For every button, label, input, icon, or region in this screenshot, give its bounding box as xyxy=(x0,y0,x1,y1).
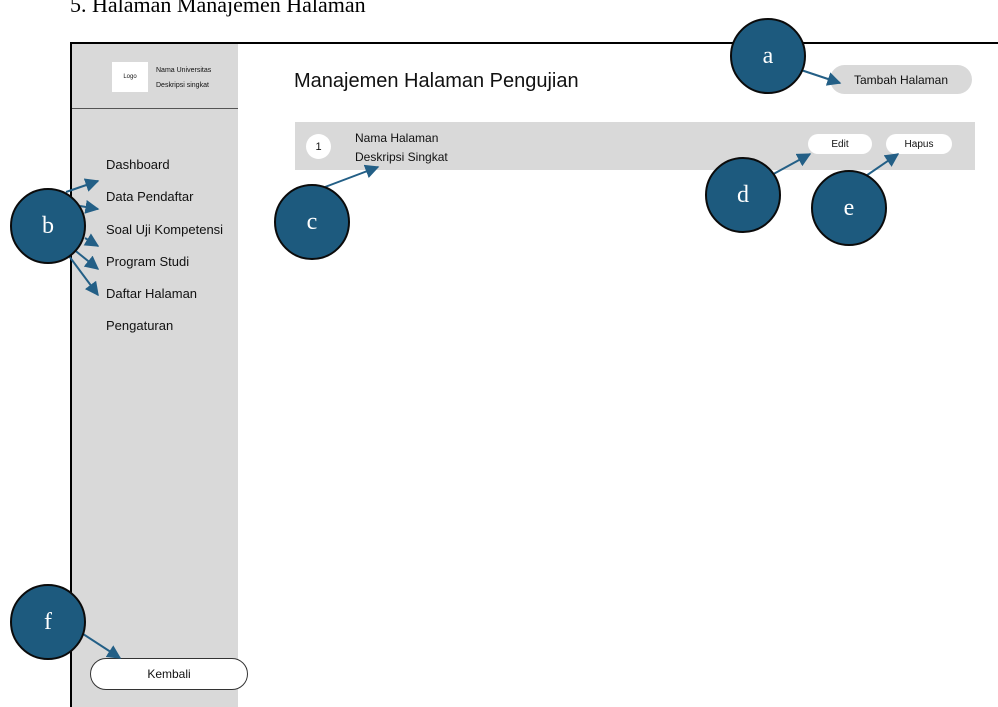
add-page-button[interactable]: Tambah Halaman xyxy=(830,65,972,94)
sidebar-item-daftar-halaman[interactable]: Daftar Halaman xyxy=(106,286,197,302)
marker-e xyxy=(811,170,887,246)
marker-d-label: d xyxy=(737,182,749,208)
delete-button[interactable]: Hapus xyxy=(886,134,952,154)
sidebar-item-data-pendaftar[interactable]: Data Pendaftar xyxy=(106,189,193,205)
sidebar-item-pengaturan[interactable]: Pengaturan xyxy=(106,318,173,334)
edit-button[interactable]: Edit xyxy=(808,134,872,154)
sidebar-item-dashboard[interactable]: Dashboard xyxy=(106,157,170,173)
sidebar-item-soal-uji-kompetensi[interactable]: Soal Uji Kompetensi xyxy=(106,222,223,238)
marker-f-label: f xyxy=(44,609,52,635)
document-heading: 5. Halaman Manajemen Halaman xyxy=(70,0,366,17)
row-number: 1 xyxy=(306,134,331,159)
logo-placeholder: Logo xyxy=(112,62,148,92)
sidebar-item-program-studi[interactable]: Program Studi xyxy=(106,254,189,270)
marker-a xyxy=(730,18,806,94)
table-row: 1 Nama Halaman Deskripsi Singkat Edit Ha… xyxy=(295,122,975,170)
page-title: Manajemen Halaman Pengujian xyxy=(294,70,579,92)
marker-c-label: c xyxy=(307,209,318,235)
page-description: Deskripsi Singkat xyxy=(355,150,448,164)
back-button[interactable]: Kembali xyxy=(90,658,248,690)
page-name: Nama Halaman xyxy=(355,131,439,145)
sidebar: Logo Nama Universitas Deskripsi singkat … xyxy=(72,44,248,707)
marker-e-label: e xyxy=(844,195,855,221)
university-description: Deskripsi singkat xyxy=(156,82,209,89)
marker-a-label: a xyxy=(763,43,774,69)
marker-c xyxy=(274,184,350,260)
brand-area: Logo Nama Universitas Deskripsi singkat xyxy=(72,44,238,109)
marker-b-label: b xyxy=(42,213,54,239)
arrow-c xyxy=(324,164,380,188)
university-name: Nama Universitas xyxy=(156,67,212,74)
